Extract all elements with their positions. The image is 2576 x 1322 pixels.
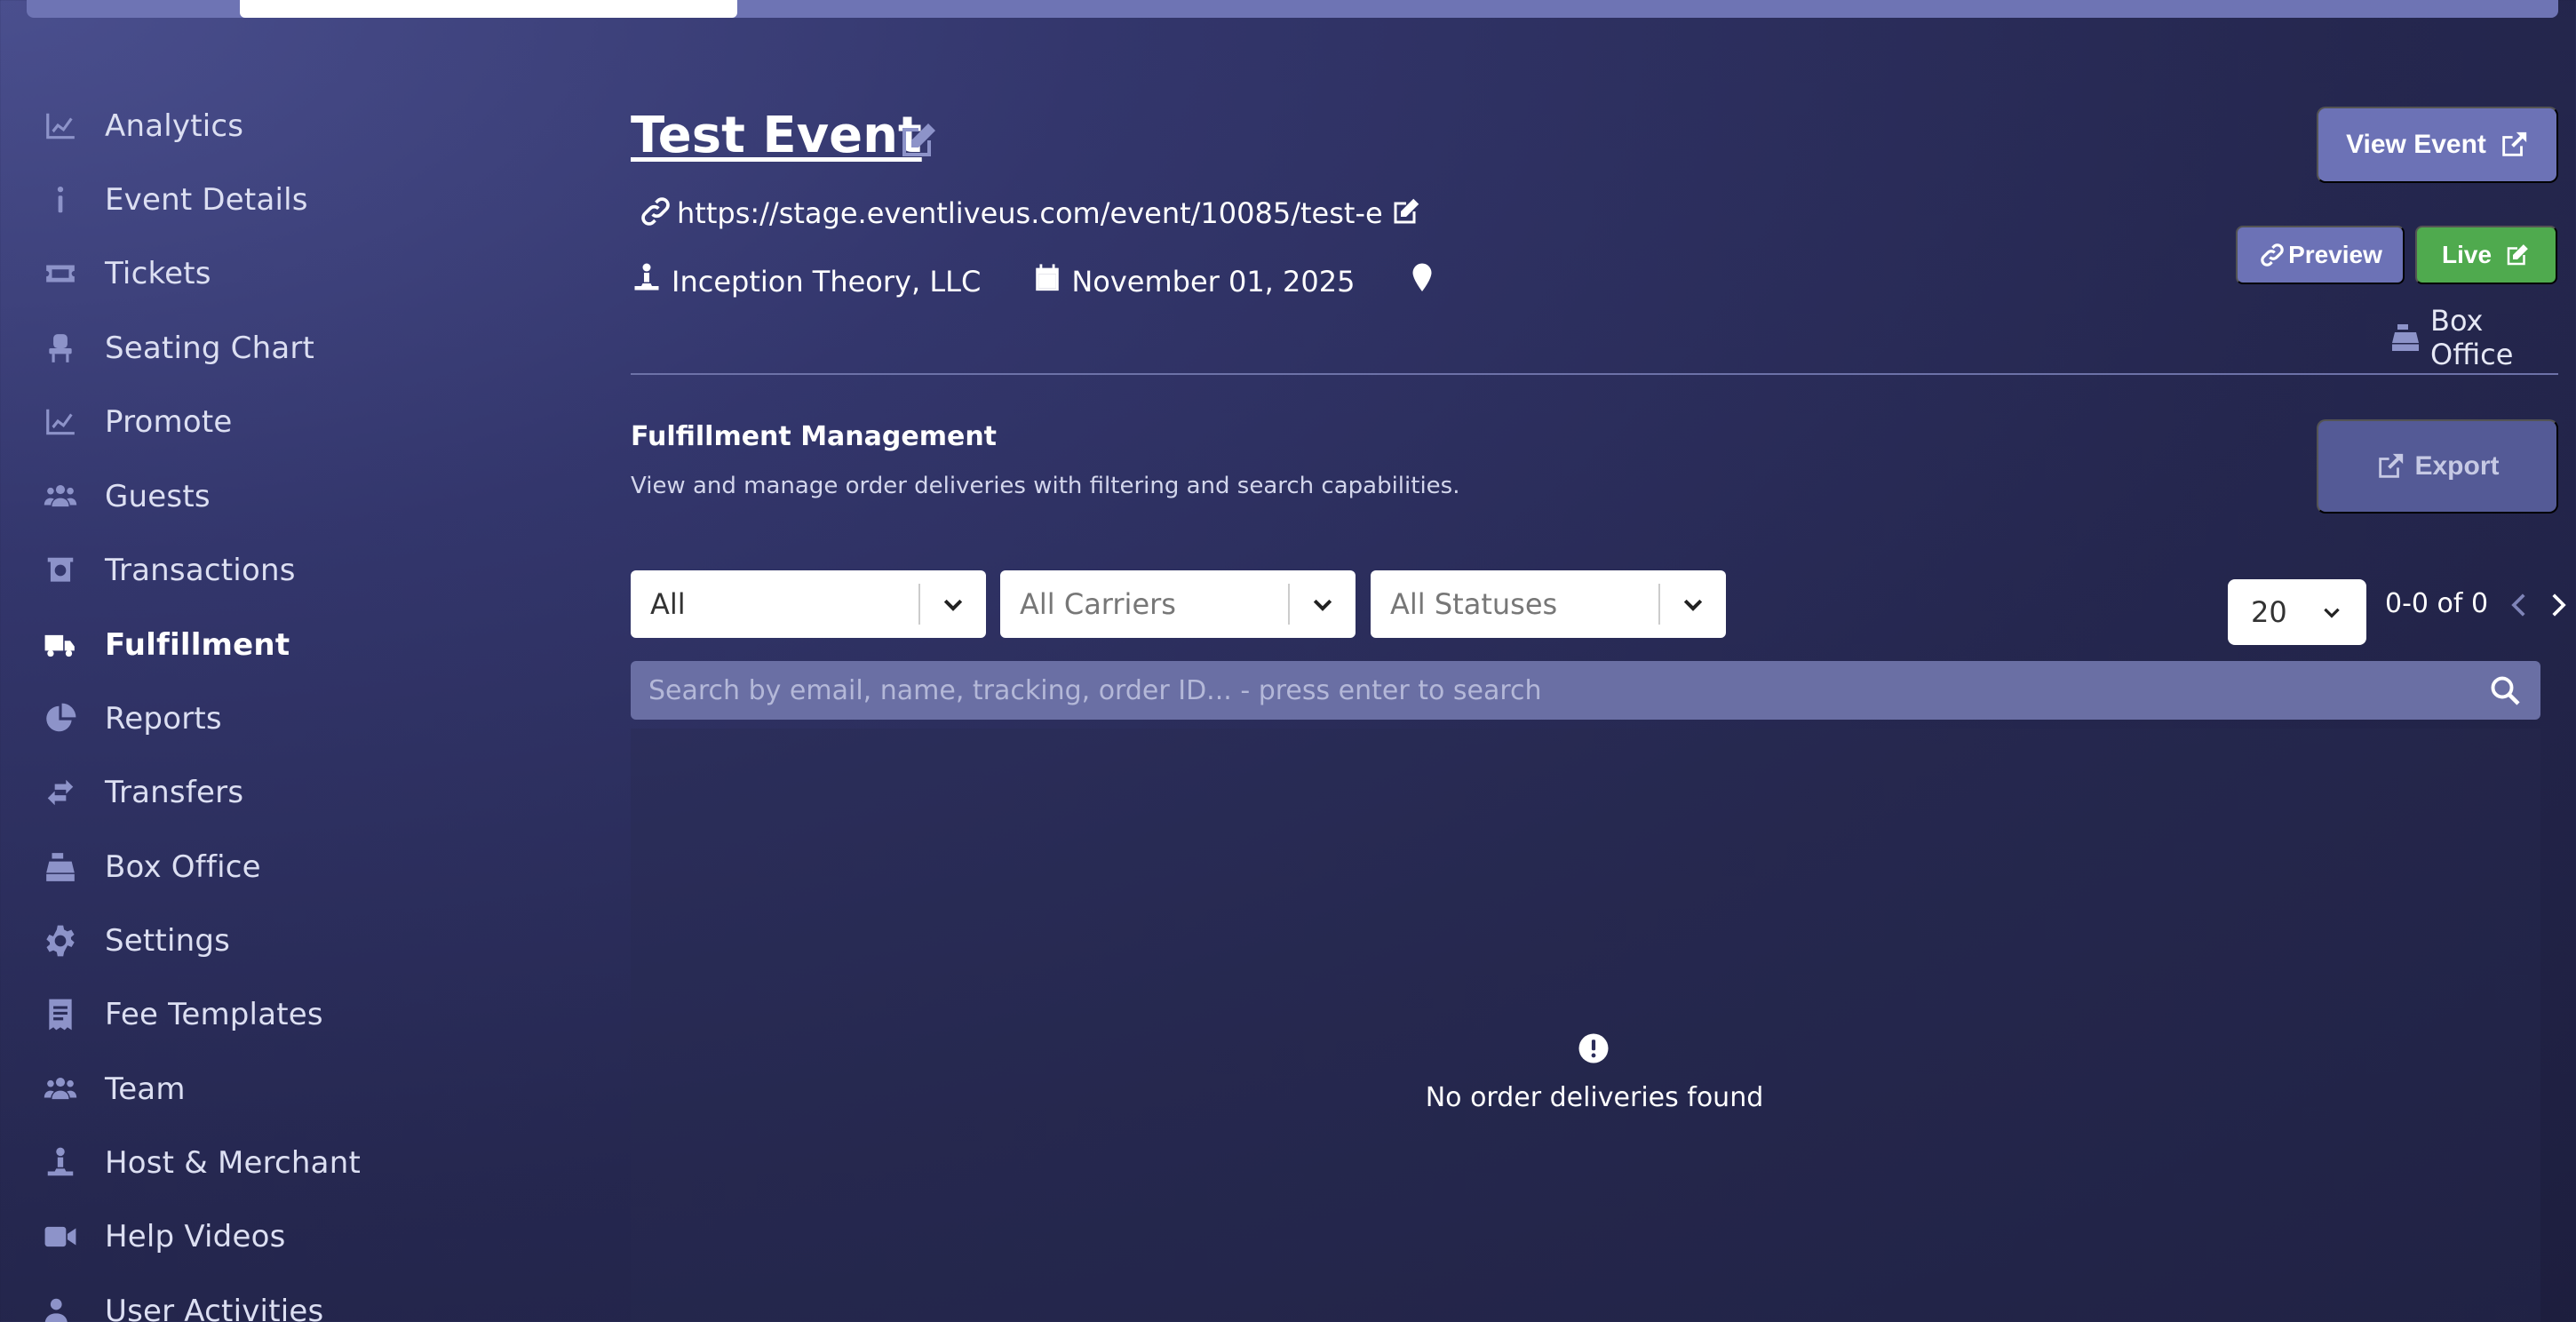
receipt-icon (41, 995, 80, 1034)
status-filter-select[interactable]: All Statuses (1371, 570, 1726, 638)
users-icon (41, 1070, 80, 1109)
sidebar-item-seating-chart[interactable]: Seating Chart (41, 322, 574, 375)
sidebar-item-fulfillment[interactable]: Fulfillment (41, 618, 574, 672)
sidebar-item-settings[interactable]: Settings (41, 914, 574, 968)
empty-state-message: No order deliveries found (1425, 1082, 1764, 1113)
sidebar-item-team[interactable]: Team (41, 1063, 574, 1116)
view-event-button[interactable]: View Event (2317, 107, 2558, 183)
user-icon (41, 1292, 80, 1322)
sidebar-item-user-activities[interactable]: User Activities (41, 1285, 574, 1322)
per-page-value: 20 (2251, 595, 2287, 629)
results-panel (631, 729, 2540, 1322)
truck-icon (41, 625, 80, 665)
box-office-label: Box Office (2430, 304, 2514, 371)
event-url-row: https://stage.eventliveus.com/event/1008… (638, 194, 1422, 233)
edit-url-icon[interactable] (1390, 195, 1422, 231)
gear-icon (41, 921, 80, 960)
per-page-select[interactable]: 20 (2228, 579, 2366, 645)
edit-icon (2504, 242, 2531, 268)
search-icon[interactable] (2469, 674, 2540, 706)
video-icon (41, 1217, 80, 1256)
view-event-label: View Event (2346, 130, 2486, 159)
sidebar-item-promote[interactable]: Promote (41, 395, 574, 449)
transfer-icon (41, 773, 80, 812)
sidebar-item-box-office[interactable]: Box Office (41, 840, 574, 894)
event-host: Inception Theory, LLC (631, 262, 981, 301)
event-date: November 01, 2025 (1032, 263, 1355, 300)
event-meta-row: Inception Theory, LLC November 01, 2025 (631, 262, 1490, 301)
ticket-icon (41, 254, 80, 293)
event-date-text: November 01, 2025 (1071, 265, 1356, 299)
preview-label: Preview (2288, 241, 2382, 268)
box-office-link[interactable]: Box Office (2389, 304, 2558, 371)
pagination-range: 0-0 of 0 (2385, 588, 2489, 619)
section-title: Fulfillment Management (631, 421, 998, 452)
header-divider (631, 373, 2558, 375)
external-link-icon (2499, 130, 2529, 160)
section-description: View and manage order deliveries with fi… (631, 473, 1460, 499)
chevron-down-icon[interactable] (1290, 591, 1356, 617)
chevron-left-icon[interactable] (2505, 590, 2535, 624)
export-label: Export (2414, 451, 2500, 481)
sidebar-item-tickets[interactable]: Tickets (41, 247, 574, 300)
chevron-down-icon[interactable] (1660, 591, 1726, 617)
host-icon (41, 1143, 80, 1183)
edit-title-icon[interactable] (897, 119, 940, 162)
event-title[interactable]: Test Event (631, 107, 922, 164)
carrier-filter-select[interactable]: All Carriers (1000, 570, 1356, 638)
sidebar-item-reports[interactable]: Reports (41, 692, 574, 745)
live-button[interactable]: Live (2415, 226, 2557, 284)
search-input[interactable] (631, 674, 2469, 706)
sidebar-item-host-merchant[interactable]: Host & Merchant (41, 1136, 574, 1190)
calendar-icon (1032, 263, 1062, 300)
chair-icon (41, 329, 80, 368)
chart-line-icon (41, 402, 80, 442)
event-url-link[interactable]: https://stage.eventliveus.com/event/1008… (677, 196, 1383, 230)
host-icon (631, 262, 663, 301)
alert-circle-icon (1578, 1032, 1610, 1068)
status-filter-placeholder: All Statuses (1390, 587, 1558, 621)
sidebar-item-analytics[interactable]: Analytics (41, 100, 574, 153)
cash-register-icon (2389, 322, 2421, 354)
main-content: Test Event https://stage.eventliveus.com… (631, 0, 2566, 1322)
export-button[interactable]: Export (2317, 419, 2558, 514)
external-link-icon (2375, 451, 2405, 482)
chevron-right-icon[interactable] (2542, 590, 2572, 624)
event-location (1406, 262, 1438, 301)
cash-register-icon (41, 551, 80, 590)
sidebar-item-event-details[interactable]: Event Details (41, 173, 574, 227)
sidebar-item-help-videos[interactable]: Help Videos (41, 1210, 574, 1263)
chevron-down-icon (2320, 601, 2343, 624)
link-icon (638, 194, 673, 233)
carrier-filter-placeholder: All Carriers (1020, 587, 1176, 621)
map-pin-icon (1406, 262, 1438, 301)
preview-button[interactable]: Preview (2236, 226, 2405, 284)
info-icon (41, 180, 80, 219)
cash-register-icon (41, 848, 80, 887)
sidebar-item-fee-templates[interactable]: Fee Templates (41, 988, 574, 1041)
link-icon (2258, 241, 2286, 269)
sidebar-item-transactions[interactable]: Transactions (41, 544, 574, 597)
pie-chart-icon (41, 699, 80, 738)
sidebar-item-transfers[interactable]: Transfers (41, 766, 574, 819)
event-host-name: Inception Theory, LLC (672, 265, 982, 299)
live-label: Live (2441, 241, 2493, 268)
users-icon (41, 477, 80, 516)
chart-line-icon (41, 107, 80, 146)
type-filter-value: All (650, 587, 686, 621)
type-filter-select[interactable]: All (631, 570, 986, 638)
chevron-down-icon[interactable] (920, 591, 986, 617)
sidebar-item-guests[interactable]: Guests (41, 470, 574, 523)
search-bar (631, 661, 2540, 720)
